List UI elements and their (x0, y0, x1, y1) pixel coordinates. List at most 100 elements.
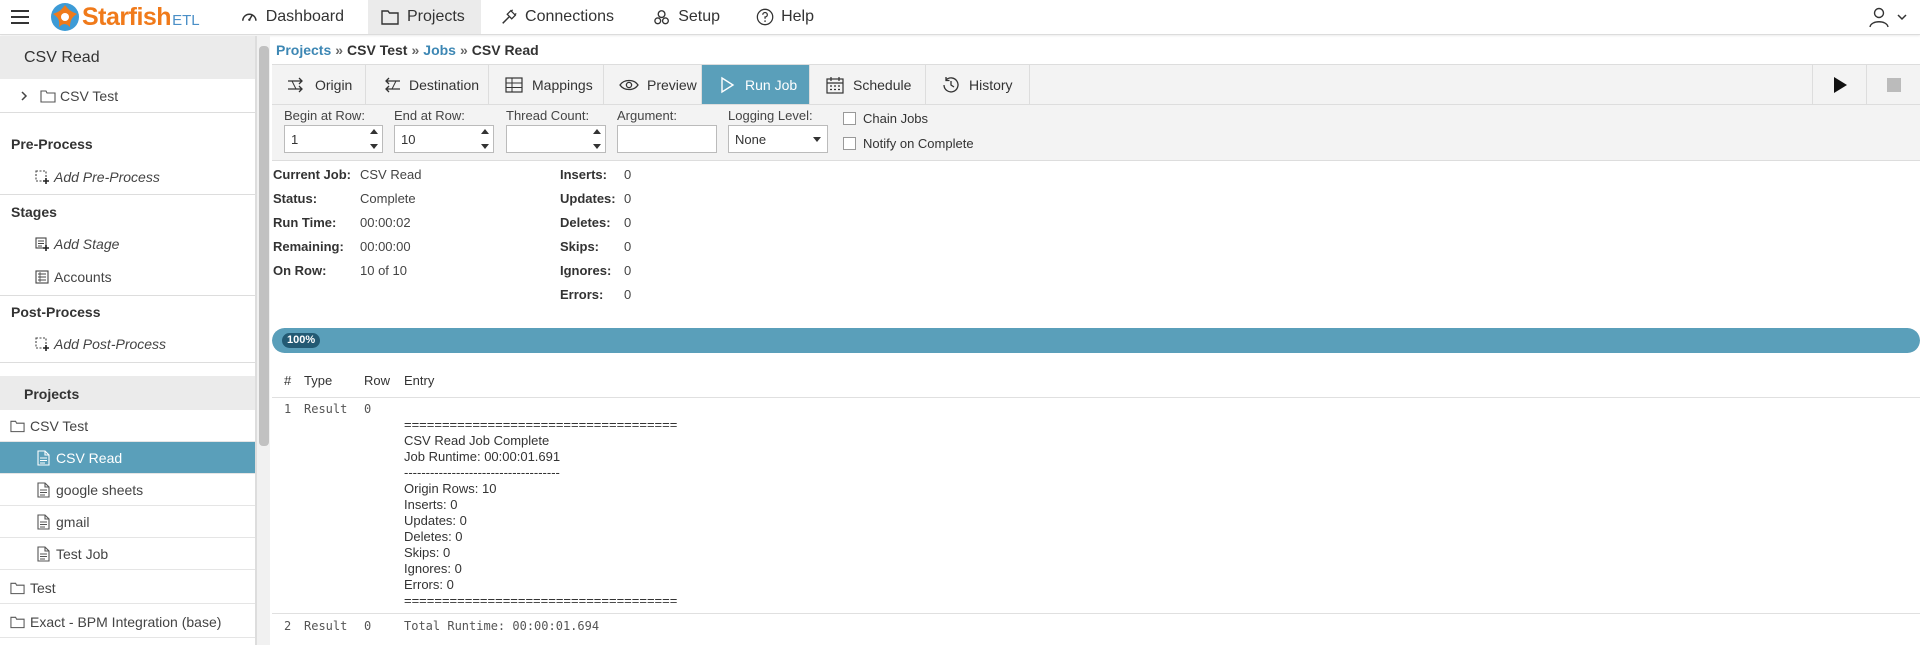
nav-projects-label: Projects (407, 8, 465, 25)
user-menu[interactable] (1848, 0, 1908, 34)
progress-fill (272, 328, 1920, 353)
project-job-selected[interactable]: CSV Read (0, 442, 255, 474)
add-post-process-button[interactable]: Add Post-Process (0, 329, 255, 359)
begin-row-spinner[interactable] (369, 129, 379, 149)
project-job[interactable]: google sheets (0, 474, 255, 506)
deletes-label: Deletes: (560, 215, 611, 230)
end-row-input[interactable]: 10 (394, 125, 494, 153)
project-job-label: CSV Read (56, 449, 123, 466)
dashboard-icon (242, 13, 257, 22)
add-process-icon (35, 170, 49, 184)
begin-row-input[interactable]: 1 (284, 125, 383, 153)
argument-input[interactable] (617, 125, 717, 153)
hamburger-menu-icon[interactable] (0, 0, 40, 34)
log-row-row: 0 (364, 402, 372, 416)
add-stage-button[interactable]: Add Stage (0, 229, 255, 259)
project-folder-label: CSV Test (30, 417, 89, 434)
tab-destination[interactable]: Destination (366, 65, 489, 104)
ignores-label: Ignores: (560, 263, 612, 278)
thread-count-input[interactable] (506, 125, 606, 153)
stop-button[interactable] (1866, 65, 1920, 104)
current-job-value: CSV Read (360, 167, 422, 182)
tab-preview-label: Preview (647, 76, 697, 93)
job-tree-root[interactable]: CSV Test (0, 79, 255, 113)
log-row-type: Result (304, 619, 348, 633)
stop-icon (1886, 77, 1901, 92)
errors-value: 0 (624, 287, 632, 302)
deletes-value: 0 (624, 215, 632, 230)
tab-destination-label: Destination (409, 76, 480, 93)
project-folder-label: Test (30, 579, 56, 596)
tab-schedule-label: Schedule (853, 76, 912, 93)
notify-on-complete-checkbox[interactable]: Notify on Complete (843, 136, 974, 151)
breadcrumb-separator: » (459, 42, 468, 58)
on-row-value: 10 of 10 (360, 263, 407, 278)
current-job-label: Current Job: (273, 167, 351, 182)
end-row-spinner[interactable] (480, 129, 490, 149)
argument-label: Argument: (617, 108, 677, 123)
folder-icon (10, 582, 25, 594)
updates-label: Updates: (560, 191, 616, 206)
folder-icon (10, 420, 25, 432)
stage-item-accounts[interactable]: Accounts (0, 262, 255, 292)
add-pre-process-button[interactable]: Add Pre-Process (0, 162, 255, 192)
starfish-logo[interactable]: Starfish ETL (50, 2, 200, 32)
nav-setup-label: Setup (678, 8, 720, 25)
nav-connections[interactable]: Connections (488, 0, 626, 34)
logging-level-label: Logging Level: (728, 108, 813, 123)
project-folder[interactable]: Test (0, 572, 255, 604)
scrollbar-thumb[interactable] (259, 46, 269, 446)
thread-count-label: Thread Count: (506, 108, 590, 123)
sidebar-scrollbar[interactable] (256, 36, 270, 645)
remaining-value: 00:00:00 (360, 239, 411, 254)
brand-suffix: ETL (172, 11, 200, 29)
tab-run-job-label: Run Job (745, 76, 798, 93)
run-button[interactable] (1812, 65, 1866, 104)
play-icon (1833, 76, 1847, 93)
divider (0, 194, 255, 195)
brand-name: Starfish (82, 2, 172, 31)
nav-connections-label: Connections (525, 8, 614, 25)
project-folder-label: Exact - BPM Integration (base) (30, 613, 222, 630)
project-job[interactable]: Test Job (0, 538, 255, 570)
begin-row-value: 1 (291, 131, 299, 147)
breadcrumb-projects-link[interactable]: Projects (276, 42, 331, 58)
end-row-value: 10 (401, 131, 416, 147)
add-post-process-label: Add Post-Process (54, 336, 167, 352)
stage-item-label: Accounts (54, 269, 112, 285)
run-time-value: 00:00:02 (360, 215, 411, 230)
inserts-label: Inserts: (560, 167, 607, 182)
nav-setup[interactable]: Setup (640, 0, 732, 34)
remaining-label: Remaining: (273, 239, 344, 254)
chain-jobs-checkbox[interactable]: Chain Jobs (843, 111, 928, 126)
tab-origin-label: Origin (315, 76, 353, 93)
project-job[interactable]: gmail (0, 506, 255, 538)
skips-value: 0 (624, 239, 632, 254)
chevron-right-icon[interactable] (18, 90, 30, 102)
checkbox-box[interactable] (843, 112, 856, 125)
tab-run-job[interactable]: Run Job (702, 65, 810, 104)
tab-origin[interactable]: Origin (272, 65, 366, 104)
breadcrumb-project: CSV Test (347, 42, 408, 58)
status-label: Status: (273, 191, 318, 206)
breadcrumb: Projects» CSV Test» Jobs» CSV Read (276, 42, 539, 58)
breadcrumb-jobs-link[interactable]: Jobs (423, 42, 456, 58)
project-folder[interactable]: Exact - BPM Integration (base) (0, 606, 255, 638)
log-row-num: 2 (284, 619, 292, 633)
tab-history[interactable]: History (926, 65, 1030, 104)
nav-projects[interactable]: Projects (368, 0, 481, 34)
thread-count-spinner[interactable] (592, 129, 602, 149)
project-job-label: google sheets (56, 481, 144, 498)
project-folder[interactable]: CSV Test (0, 410, 255, 442)
nav-dashboard-label: Dashboard (265, 8, 344, 25)
nav-dashboard[interactable]: Dashboard (228, 0, 356, 34)
errors-label: Errors: (560, 287, 604, 302)
starfish-logo-icon (51, 3, 79, 31)
logging-level-select[interactable]: None (728, 125, 828, 153)
tab-schedule[interactable]: Schedule (810, 65, 926, 104)
log-header-type: Type (304, 373, 333, 388)
tab-preview[interactable]: Preview (604, 65, 702, 104)
tab-mappings[interactable]: Mappings (489, 65, 604, 104)
nav-help[interactable]: Help (744, 0, 826, 34)
checkbox-box[interactable] (843, 137, 856, 150)
